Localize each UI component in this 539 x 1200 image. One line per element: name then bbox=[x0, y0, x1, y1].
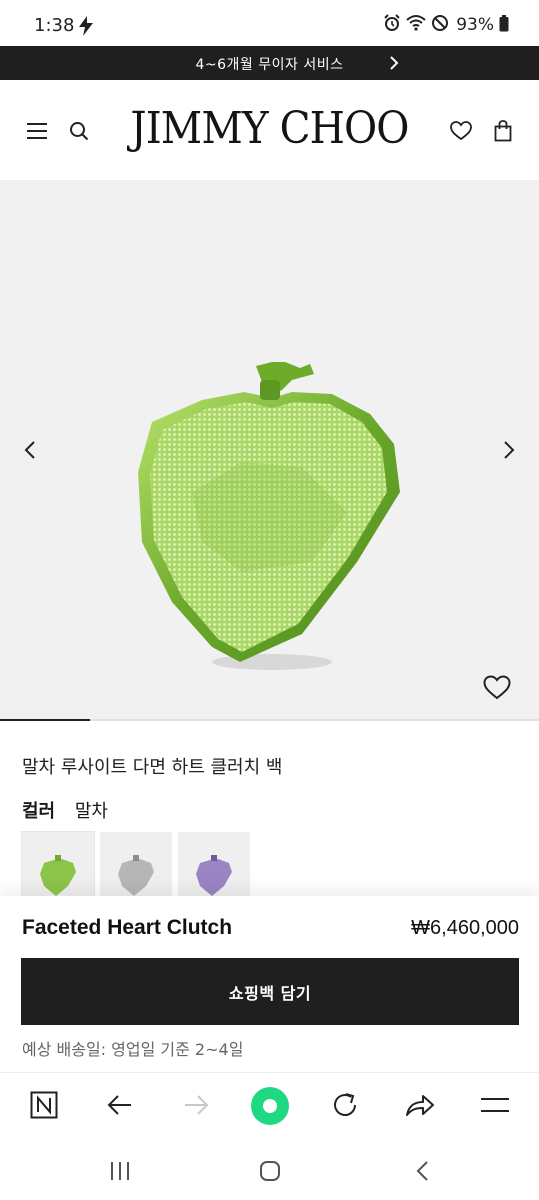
product-title: Faceted Heart Clutch bbox=[22, 916, 233, 939]
swatch-silver[interactable] bbox=[100, 832, 172, 900]
home-icon[interactable] bbox=[257, 1158, 283, 1184]
promo-bar[interactable]: 4~6개월 무이자 서비스 bbox=[0, 46, 539, 80]
add-to-bag-button[interactable]: 쇼핑백 담기 bbox=[21, 958, 519, 1025]
brand-logo[interactable]: JIMMY CHOO bbox=[22, 103, 518, 154]
share-icon[interactable] bbox=[404, 1089, 436, 1121]
chevron-left-icon[interactable] bbox=[18, 438, 42, 462]
chevron-right-icon[interactable] bbox=[389, 55, 399, 75]
alarm-icon bbox=[383, 14, 401, 36]
color-row: 컬러 말차 bbox=[22, 797, 108, 823]
gallery-progress bbox=[0, 719, 539, 721]
back-icon[interactable] bbox=[409, 1158, 435, 1184]
battery-icon bbox=[499, 14, 509, 36]
hamburger-icon[interactable] bbox=[479, 1089, 511, 1121]
heart-icon[interactable] bbox=[483, 675, 513, 703]
swatch-green[interactable] bbox=[21, 831, 95, 901]
color-swatches bbox=[21, 831, 250, 901]
color-value: 말차 bbox=[74, 801, 108, 822]
product-gallery[interactable] bbox=[0, 180, 539, 720]
product-image bbox=[138, 362, 400, 670]
site-header: JIMMY CHOO bbox=[0, 80, 539, 180]
system-nav-bar bbox=[0, 1136, 539, 1200]
product-price: ₩6,460,000 bbox=[411, 917, 519, 939]
swatch-purple[interactable] bbox=[178, 832, 250, 900]
battery-percent: 93% bbox=[456, 15, 494, 35]
do-not-disturb-icon bbox=[431, 14, 449, 36]
forward-arrow-icon[interactable] bbox=[180, 1089, 212, 1121]
chevron-right-icon[interactable] bbox=[497, 438, 521, 462]
bag-icon[interactable] bbox=[491, 119, 515, 143]
gallery-progress-fill bbox=[0, 719, 90, 721]
bolt-icon bbox=[78, 16, 94, 40]
product-name: 말차 루사이트 다면 하트 클러치 백 bbox=[22, 757, 283, 778]
status-bar: 1:38 93% bbox=[0, 0, 539, 48]
color-label: 컬러 bbox=[22, 801, 56, 822]
naver-n-icon[interactable] bbox=[28, 1089, 60, 1121]
status-time: 1:38 bbox=[34, 15, 75, 36]
back-arrow-icon[interactable] bbox=[104, 1089, 136, 1121]
recent-apps-icon[interactable] bbox=[107, 1158, 133, 1184]
green-dot-icon[interactable] bbox=[250, 1086, 290, 1126]
wifi-icon bbox=[406, 14, 426, 36]
heart-icon[interactable] bbox=[449, 119, 473, 143]
delivery-estimate: 예상 배송일: 영업일 기준 2~4일 bbox=[22, 1040, 244, 1059]
browser-toolbar bbox=[0, 1072, 539, 1136]
refresh-icon[interactable] bbox=[329, 1089, 361, 1121]
promo-text: 4~6개월 무이자 서비스 bbox=[195, 57, 344, 73]
sticky-purchase-panel: Faceted Heart Clutch ₩6,460,000 쇼핑백 담기 예… bbox=[0, 896, 539, 1072]
